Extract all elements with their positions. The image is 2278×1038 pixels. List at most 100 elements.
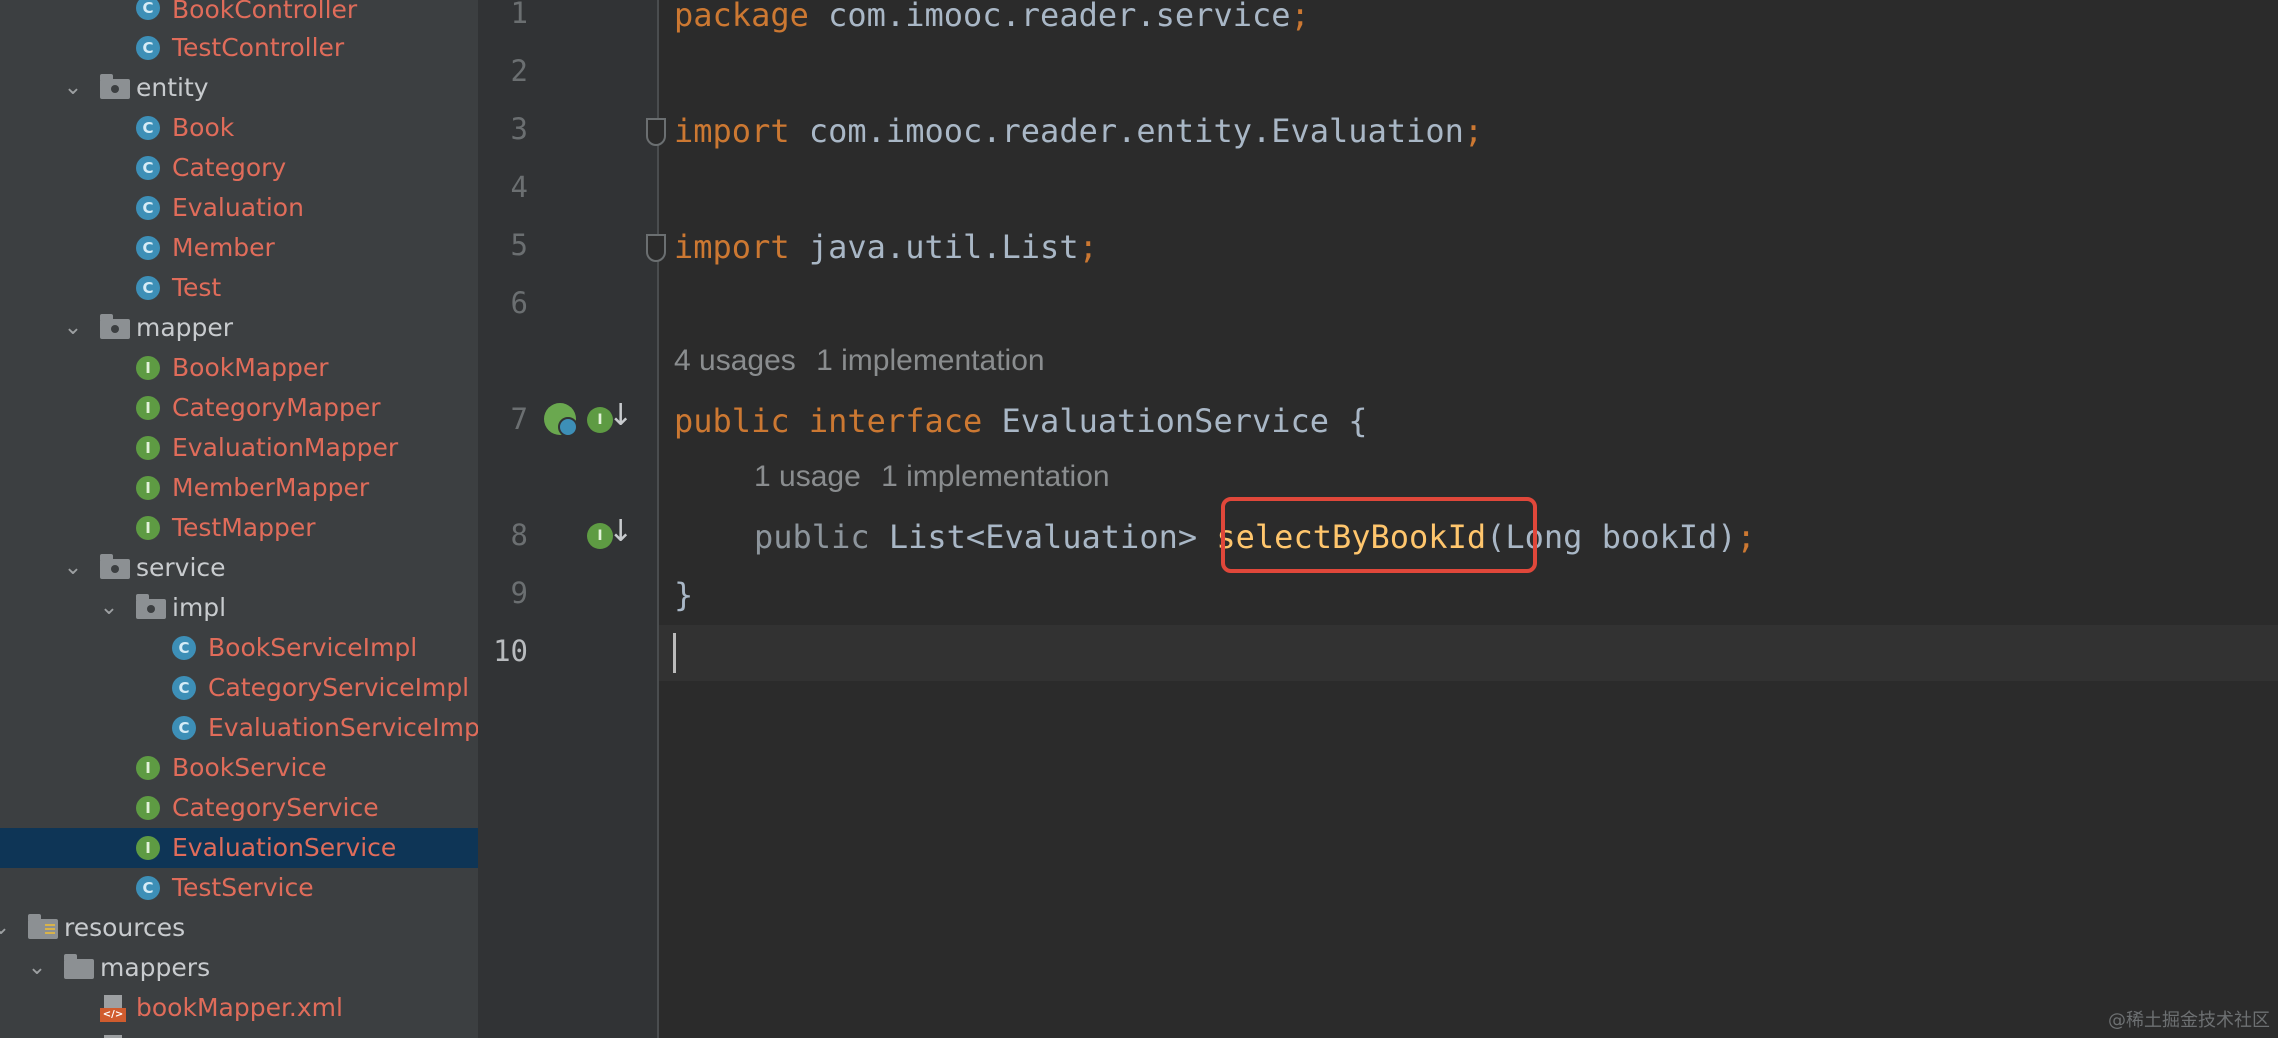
tree-item-evaluationmapper[interactable]: I EvaluationMapper <box>0 428 478 468</box>
codelens-hint[interactable]: 1 usage 1 implementation <box>754 460 1110 494</box>
tree-item-bookmapper[interactable]: I BookMapper <box>0 348 478 388</box>
tree-item-label: BookServiceImpl <box>208 633 418 662</box>
tree-item-label: TestMapper <box>172 513 316 542</box>
tree-item-label: CategoryServiceImpl <box>208 673 470 702</box>
tree-item-label: resources <box>64 913 186 942</box>
tree-item-category[interactable]: C Category <box>0 148 478 188</box>
tree-item-test[interactable]: C Test <box>0 268 478 308</box>
interface-icon: I <box>136 796 160 820</box>
line-number: 9 <box>510 576 528 610</box>
class-icon: C <box>136 36 160 60</box>
codelens-hint[interactable]: 4 usages 1 implementation <box>674 344 1045 378</box>
usages-link[interactable]: 1 usage <box>754 460 861 493</box>
resources-folder-icon <box>28 914 58 939</box>
line-number: 1 <box>510 0 528 30</box>
tree-item-membermapper[interactable]: I MemberMapper <box>0 468 478 508</box>
interface-icon: I <box>136 836 160 860</box>
chevron-down-icon[interactable]: ⌄ <box>60 548 86 588</box>
code-line-9[interactable]: } <box>674 576 693 614</box>
line-number: 5 <box>510 228 528 262</box>
fold-toggle-icon[interactable] <box>646 234 666 262</box>
tree-item-service[interactable]: ⌄ service <box>0 548 478 588</box>
code-line-1[interactable]: package com.imooc.reader.service; <box>674 0 1310 34</box>
code-line-3[interactable]: import com.imooc.reader.entity.Evaluatio… <box>674 112 1483 150</box>
spring-bean-icon[interactable] <box>544 403 578 437</box>
interface-icon: I <box>136 516 160 540</box>
tree-item-testcontroller[interactable]: C TestController <box>0 28 478 68</box>
tree-item-testservice[interactable]: C TestService <box>0 868 478 908</box>
tree-item-bookservice[interactable]: I BookService <box>0 748 478 788</box>
usages-link[interactable]: 4 usages <box>674 344 796 377</box>
keyword: public <box>674 402 790 440</box>
tree-item-entity[interactable]: ⌄ entity <box>0 68 478 108</box>
code-text: com.imooc.reader.service <box>808 0 1291 34</box>
tree-item-label: Test <box>172 273 222 302</box>
tree-item-label: BookService <box>172 753 327 782</box>
chevron-down-icon[interactable]: ⌄ <box>0 908 14 948</box>
text-caret <box>673 633 676 673</box>
keyword: public <box>754 518 870 556</box>
class-icon: C <box>136 0 160 20</box>
class-icon: C <box>136 156 160 180</box>
interface-icon: I <box>136 476 160 500</box>
tree-item-evaluationserviceimpl[interactable]: C EvaluationServiceImpl <box>0 708 478 748</box>
tree-item-member[interactable]: C Member <box>0 228 478 268</box>
package-folder-icon <box>136 594 166 619</box>
folder-icon <box>64 954 94 979</box>
line-number-current: 10 <box>493 634 528 668</box>
semicolon: ; <box>1736 518 1756 556</box>
tree-item-bookserviceimpl[interactable]: C BookServiceImpl <box>0 628 478 668</box>
tree-item-label: Book <box>172 113 235 142</box>
code-line-7[interactable]: public interface EvaluationService { <box>674 402 1368 440</box>
tree-item-label: mappers <box>100 953 211 982</box>
tree-item-mapper[interactable]: ⌄ mapper <box>0 308 478 348</box>
code-line-5[interactable]: import java.util.List; <box>674 228 1098 266</box>
chevron-down-icon[interactable]: ⌄ <box>60 68 86 108</box>
tree-item-bookmapper-xml[interactable]: </> bookMapper.xml <box>0 988 478 1028</box>
annotation-highlight-box <box>1221 497 1537 573</box>
implementations-link[interactable]: 1 implementation <box>816 344 1044 377</box>
tree-item-label: service <box>136 553 226 582</box>
class-icon: C <box>136 116 160 140</box>
gutter-divider <box>657 0 659 1038</box>
tree-item-testmapper[interactable]: I TestMapper <box>0 508 478 548</box>
tree-item-categorymapper[interactable]: I CategoryMapper <box>0 388 478 428</box>
code-text: List<Evaluation> <box>869 518 1217 556</box>
fold-toggle-icon[interactable] <box>646 118 666 146</box>
chevron-down-icon[interactable]: ⌄ <box>24 948 50 988</box>
code-text: } <box>674 576 694 614</box>
tree-item-label: EvaluationService <box>172 833 397 862</box>
tree-item-resources[interactable]: ⌄ resources <box>0 908 478 948</box>
chevron-down-icon[interactable]: ⌄ <box>60 308 86 348</box>
tree-item-impl[interactable]: ⌄ impl <box>0 588 478 628</box>
tree-item-categoryserviceimpl[interactable]: C CategoryServiceImpl <box>0 668 478 708</box>
tree-item-label: MemberMapper <box>172 473 370 502</box>
tree-item-next[interactable] <box>0 1028 478 1038</box>
tree-item-label: EvaluationMapper <box>172 433 399 462</box>
tree-item-evaluationservice[interactable]: I EvaluationService <box>0 828 478 868</box>
watermark: @稀土掘金技术社区 <box>2108 1010 2270 1031</box>
keyword: import <box>674 112 790 150</box>
tree-item-evaluation[interactable]: C Evaluation <box>0 188 478 228</box>
tree-item-book[interactable]: C Book <box>0 108 478 148</box>
tree-item-mappers[interactable]: ⌄ mappers <box>0 948 478 988</box>
line-number: 4 <box>510 170 528 204</box>
code-text: java.util.List <box>789 228 1079 266</box>
go-to-implementation-icon[interactable]: ↓ <box>608 398 633 433</box>
interface-icon: I <box>136 396 160 420</box>
line-number: 6 <box>510 286 528 320</box>
tree-item-label: CategoryService <box>172 793 379 822</box>
go-to-implementation-icon[interactable]: ↓ <box>608 514 633 549</box>
class-icon: C <box>136 236 160 260</box>
chevron-down-icon[interactable]: ⌄ <box>96 588 122 628</box>
tree-item-label: bookMapper.xml <box>136 993 343 1022</box>
tree-item-categoryservice[interactable]: I CategoryService <box>0 788 478 828</box>
tree-item-bookcontroller[interactable]: C BookController <box>0 0 478 30</box>
xml-file-icon: </> <box>100 995 126 1023</box>
code-text: EvaluationService { <box>982 402 1368 440</box>
implementations-link[interactable]: 1 implementation <box>881 460 1109 493</box>
project-tree: C BookController C TestController ⌄ enti… <box>0 0 478 1038</box>
tree-item-label: BookMapper <box>172 353 329 382</box>
semicolon: ; <box>1463 112 1484 150</box>
class-icon: C <box>136 196 160 220</box>
